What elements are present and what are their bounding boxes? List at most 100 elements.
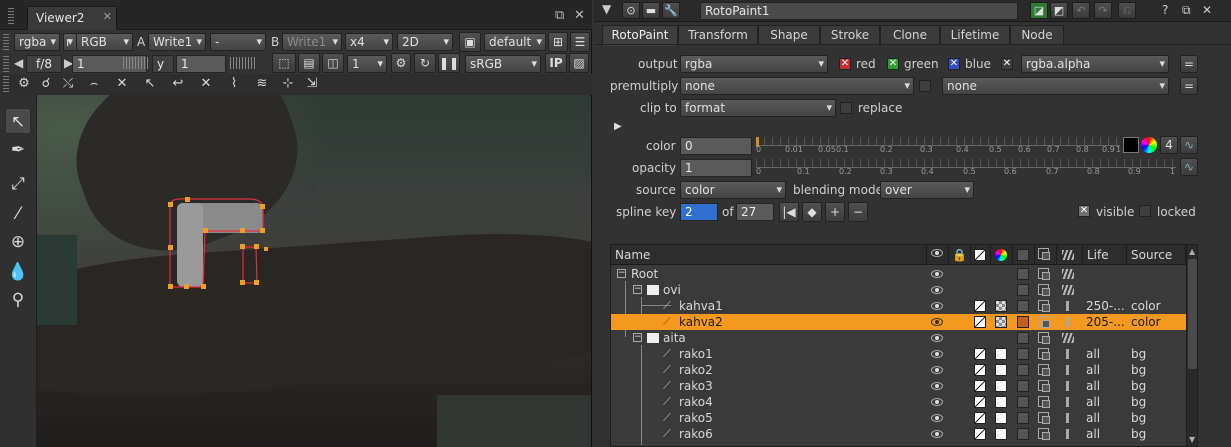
clip-to-dropdown[interactable]: format <box>680 99 836 117</box>
premultiply-b-checkbox[interactable] <box>919 80 931 92</box>
tree-row-source[interactable]: bg <box>1131 410 1146 426</box>
visibility-eye-icon[interactable] <box>931 334 943 342</box>
font-color-icon[interactable]: ◩ <box>1050 2 1068 19</box>
opacity-slider[interactable]: 0 0.1 0.2 0.3 0.4 0.5 0.6 0.7 0.8 0.9 1 <box>756 159 1176 181</box>
scroll-thumb[interactable] <box>1188 259 1197 369</box>
overlay-toggle-icon[interactable] <box>1017 412 1029 424</box>
color-wheel-icon[interactable] <box>1141 137 1157 153</box>
gamma-slider[interactable] <box>230 57 256 69</box>
invert-toggle-icon[interactable] <box>974 300 986 312</box>
opacity-curve-icon[interactable]: ∿ <box>1180 158 1198 176</box>
motionblur-slash-icon[interactable] <box>1062 269 1074 279</box>
col-life[interactable]: Life <box>1083 245 1127 265</box>
shape-color-swatch[interactable] <box>995 364 1007 376</box>
motionblur-bar-icon[interactable] <box>1066 381 1069 391</box>
visibility-eye-icon[interactable] <box>931 430 943 438</box>
add-key-icon[interactable]: + <box>825 202 845 222</box>
shape-tree[interactable]: Name 🔒 Life Source − Root − ovi ⟋ kahva1 250-.… <box>610 244 1198 447</box>
region-icon[interactable]: ⬚ <box>272 53 296 73</box>
tree-row-life[interactable]: all <box>1086 394 1100 410</box>
colorspace-dropdown[interactable]: sRGB <box>465 55 541 73</box>
output-link-button[interactable]: = <box>1180 55 1198 73</box>
dodge-tool-icon[interactable]: ⚲ <box>5 287 31 313</box>
blend-toggle-icon[interactable] <box>1038 284 1050 296</box>
motionblur-slash-icon[interactable] <box>1062 285 1074 295</box>
tree-row[interactable]: − Root <box>611 266 1186 282</box>
invert-toggle-icon[interactable] <box>974 396 986 408</box>
tab-stroke[interactable]: Stroke <box>820 25 880 45</box>
tree-row-life[interactable]: all <box>1086 346 1100 362</box>
close-icon[interactable]: ✕ <box>103 10 112 23</box>
ab-op-dropdown[interactable]: - <box>210 33 266 51</box>
tree-row[interactable]: ⟋ rako5 all bg <box>611 410 1186 426</box>
tab-node[interactable]: Node <box>1010 25 1064 45</box>
exposure-slider[interactable] <box>123 57 149 69</box>
b-input-dropdown[interactable]: Write1 <box>282 33 342 51</box>
col-name[interactable]: Name <box>611 245 927 265</box>
loop-icon[interactable]: ↻ <box>414 53 436 73</box>
refresh-icon[interactable]: ⚙ <box>391 53 411 73</box>
tree-row[interactable]: ⟋ rako6 all bg <box>611 426 1186 442</box>
invert-toggle-icon[interactable] <box>974 412 986 424</box>
overlay-toggle-icon[interactable] <box>1017 364 1029 376</box>
motionblur-bar-icon[interactable] <box>1066 301 1069 311</box>
col-visible[interactable] <box>927 245 949 265</box>
prev-key-icon[interactable]: |◀ <box>779 202 799 222</box>
scroll-down-icon[interactable]: ▼ <box>1189 435 1195 444</box>
alpha-channel-dropdown[interactable]: rgba.alpha <box>1021 55 1169 73</box>
gear-icon[interactable]: ⚙ <box>14 75 34 93</box>
overlay-toggle-icon[interactable] <box>1017 348 1029 360</box>
visibility-eye-icon[interactable] <box>931 318 943 326</box>
red-channel-checkbox[interactable]: ✕ <box>839 58 851 70</box>
blend-toggle-icon[interactable] <box>1038 348 1050 360</box>
invert-toggle-icon[interactable] <box>974 348 986 360</box>
tree-row[interactable]: ⟋ rako4 all bg <box>611 394 1186 410</box>
invert-toggle-icon[interactable] <box>974 380 986 392</box>
tree-row[interactable]: ⟋ rako3 all bg <box>611 378 1186 394</box>
tab-clone[interactable]: Clone <box>880 25 940 45</box>
node-name-field[interactable]: RotoPaint1 <box>700 2 1018 20</box>
tree-row-life[interactable]: all <box>1086 410 1100 426</box>
view-mode-dropdown[interactable]: 2D <box>397 33 453 51</box>
visible-checkbox[interactable]: ✕ <box>1078 205 1090 217</box>
tree-row-life[interactable]: all <box>1086 426 1100 442</box>
alpha-channel-checkbox[interactable]: ✕ <box>1001 58 1013 70</box>
zoom-dropdown[interactable]: x4 <box>345 33 393 51</box>
motionblur-bar-icon[interactable] <box>1066 349 1069 359</box>
tree-row-source[interactable]: bg <box>1131 362 1146 378</box>
visibility-eye-icon[interactable] <box>931 302 943 310</box>
tree-row[interactable]: − aita <box>611 330 1186 346</box>
float-icon[interactable]: ⧉ <box>1182 3 1191 18</box>
blend-toggle-icon[interactable] <box>1038 300 1050 312</box>
channel-count-button[interactable]: 4 <box>1160 136 1178 154</box>
split-icon[interactable]: ⊹ <box>278 75 298 93</box>
fstop-field[interactable]: f/8 <box>26 55 62 73</box>
shape-color-swatch[interactable] <box>995 316 1007 328</box>
bezier-tool-icon[interactable]: ⤢ <box>5 171 31 197</box>
collapse-toggle-icon[interactable]: − <box>633 333 642 342</box>
tree-row-life[interactable]: all <box>1086 362 1100 378</box>
blue-channel-checkbox[interactable]: ✕ <box>948 58 960 70</box>
curve-icon[interactable]: ↩ <box>168 75 188 93</box>
col-overlay[interactable] <box>1013 245 1035 265</box>
transform-icon[interactable]: ⇲ <box>302 75 322 93</box>
settings-grid-icon[interactable]: ☰ <box>570 32 590 52</box>
tree-row-source[interactable]: bg <box>1131 394 1146 410</box>
viewer-canvas[interactable] <box>37 95 591 447</box>
motionblur-bar-icon[interactable] <box>1066 429 1069 439</box>
waves-icon[interactable]: ≋ <box>252 75 272 93</box>
float-panel-icon[interactable]: ⧉ <box>555 8 564 23</box>
col-motionblur[interactable] <box>1057 245 1083 265</box>
close-properties-icon[interactable]: ✕ <box>1202 3 1212 17</box>
prev-stop-icon[interactable]: ◀ <box>14 56 23 70</box>
blend-toggle-icon[interactable] <box>1038 332 1050 344</box>
camera-icon[interactable]: ▣ <box>459 32 481 52</box>
a-input-dropdown[interactable]: Write1 <box>148 33 206 51</box>
clipping-icon[interactable]: ▤ <box>298 53 320 73</box>
tree-row-source[interactable]: bg <box>1131 378 1146 394</box>
color-curve-icon[interactable]: ∿ <box>1180 136 1198 154</box>
shape-color-swatch[interactable] <box>995 412 1007 424</box>
revert-icon[interactable]: ⎌ <box>1118 2 1136 19</box>
tree-row-life[interactable]: all <box>1086 378 1100 394</box>
motionblur-bar-icon[interactable] <box>1066 365 1069 375</box>
